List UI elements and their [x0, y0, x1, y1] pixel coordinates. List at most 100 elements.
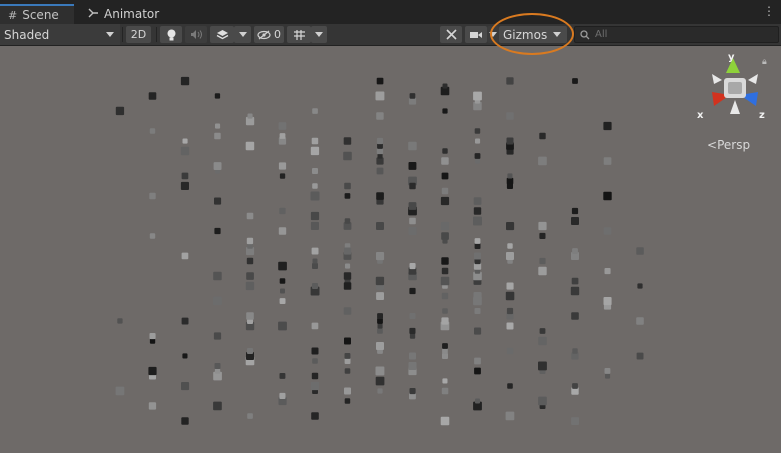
- scene-visibility-button[interactable]: 0: [254, 26, 284, 43]
- tab-animator-label: Animator: [104, 7, 160, 21]
- cube: [149, 128, 156, 134]
- camera-button[interactable]: [465, 26, 487, 43]
- cube: [538, 266, 547, 276]
- cube: [409, 217, 416, 225]
- effects-dropdown[interactable]: [234, 26, 251, 43]
- cube: [442, 148, 448, 154]
- cube: [343, 137, 352, 145]
- cube: [440, 276, 450, 286]
- cube: [181, 252, 189, 260]
- cube: [344, 247, 352, 255]
- cube: [473, 207, 482, 215]
- cube: [278, 122, 287, 130]
- tab-animator[interactable]: Animator: [80, 4, 167, 24]
- cube: [538, 396, 547, 406]
- cube: [278, 261, 287, 271]
- cube: [214, 227, 221, 235]
- cube: [506, 177, 514, 185]
- gizmo-y-label: y: [728, 52, 735, 63]
- cube: [312, 183, 318, 189]
- cube: [409, 287, 416, 295]
- cube: [441, 157, 449, 165]
- cube: [376, 167, 384, 175]
- cube: [213, 332, 222, 340]
- cube: [343, 272, 352, 280]
- cube: [440, 221, 450, 231]
- cube: [506, 322, 514, 330]
- cube: [344, 182, 351, 190]
- cube: [311, 347, 319, 355]
- cube: [441, 187, 449, 195]
- grid-button[interactable]: [287, 26, 311, 43]
- cube: [473, 216, 482, 226]
- projection-arrow-icon: <: [707, 138, 718, 152]
- cube: [214, 368, 221, 374]
- projection-label: Persp: [717, 138, 751, 152]
- cube: [441, 317, 449, 325]
- draw-mode-dropdown[interactable]: Shaded: [0, 24, 120, 45]
- cube: [180, 181, 189, 190]
- cube: [279, 133, 286, 139]
- scene-viewport[interactable]: [0, 46, 781, 453]
- audio-button[interactable]: [185, 26, 207, 43]
- cube: [344, 368, 351, 374]
- cube: [572, 348, 578, 354]
- tab-scene-label: Scene: [22, 8, 59, 22]
- audio-icon: [190, 30, 202, 39]
- cube: [408, 162, 417, 170]
- cube: [344, 193, 351, 199]
- draw-mode-label: Shaded: [4, 27, 50, 42]
- cube: [409, 352, 416, 360]
- cube: [182, 353, 188, 359]
- cube-grid: [115, 76, 644, 426]
- cube: [180, 146, 190, 156]
- cube: [312, 263, 318, 269]
- cube: [312, 358, 318, 364]
- chevron-down-icon: [489, 32, 497, 37]
- cube: [213, 162, 222, 170]
- cube: [475, 138, 481, 144]
- cube: [408, 141, 417, 151]
- cube: [377, 323, 383, 329]
- effects-icon: [216, 29, 228, 39]
- cube: [310, 146, 320, 156]
- gizmos-label: Gizmos: [503, 27, 548, 42]
- cube: [149, 192, 156, 200]
- gizmos-button[interactable]: Gizmos: [499, 26, 567, 43]
- cube: [148, 402, 157, 410]
- cube: [440, 416, 450, 426]
- cube: [149, 233, 156, 239]
- grid-dropdown[interactable]: [311, 26, 327, 43]
- tools-button[interactable]: [440, 26, 462, 43]
- lighting-button[interactable]: [160, 26, 182, 43]
- scene-toolbar: Shaded 2D 0 Gizmos All: [0, 24, 781, 46]
- cube: [376, 137, 384, 145]
- effects-button[interactable]: [210, 26, 234, 43]
- cube: [310, 221, 319, 230]
- gizmo-x-label: x: [697, 110, 704, 121]
- kebab-icon[interactable]: ⋮: [763, 4, 775, 18]
- tab-scene[interactable]: # Scene: [0, 4, 74, 24]
- cube: [506, 77, 514, 85]
- projection-toggle[interactable]: <Persp: [707, 138, 750, 152]
- lock-icon[interactable]: 🔒︎: [762, 57, 767, 67]
- animator-icon: [88, 8, 99, 21]
- cube: [538, 361, 547, 371]
- tools-icon: [445, 29, 457, 40]
- cube: [246, 237, 254, 245]
- cube: [572, 78, 578, 84]
- cube: [442, 378, 448, 384]
- cube: [474, 243, 481, 249]
- cube: [376, 77, 384, 85]
- cube: [636, 247, 644, 255]
- tab-bar: # Scene Animator ⋮: [0, 0, 781, 24]
- camera-dropdown[interactable]: [487, 26, 499, 43]
- cube: [312, 108, 318, 114]
- cube: [636, 317, 644, 325]
- 2d-toggle-button[interactable]: 2D: [126, 26, 151, 43]
- cube: [279, 392, 286, 399]
- cube: [311, 247, 319, 255]
- search-input[interactable]: All: [574, 26, 779, 43]
- cube: [408, 227, 417, 236]
- cube: [376, 252, 385, 261]
